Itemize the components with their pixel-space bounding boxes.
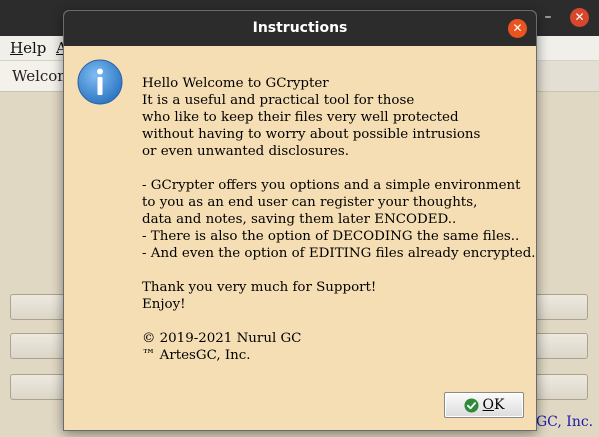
dialog-title: Instructions [252,20,348,36]
message-line: - There is also the option of DECODING t… [142,229,520,244]
information-icon [77,59,123,105]
close-icon: ✕ [512,21,523,35]
message-line: ™ ArtesGC, Inc. [142,348,251,363]
close-icon: ✕ [574,10,585,24]
message-line: Hello Welcome to GCrypter [142,76,329,91]
instructions-dialog: Instructions ✕ Hello Welcome to GCrypter… [63,10,537,431]
message-line [142,262,532,279]
footer-company-text: GC, Inc. [536,414,594,430]
message-line: It is a useful and practical tool for th… [142,93,415,108]
dialog-message: Hello Welcome to GCrypter It is a useful … [142,75,536,364]
message-line: - And even the option of EDITING files a… [142,246,536,261]
message-line [142,160,532,177]
check-icon [463,397,479,413]
dialog-close-button[interactable]: ✕ [508,19,527,38]
ok-label: OK [482,397,505,413]
message-line: to you as an end user can register your … [142,195,478,210]
message-line: or even unwanted disclosures. [142,144,349,159]
menu-help[interactable]: Help [10,39,46,57]
message-line: Thank you very much for Support! [142,280,377,295]
dialog-titlebar: Instructions ✕ [64,11,536,46]
desktop-screen: – ✕ Help A Welcome GC, Inc. Instructions… [0,0,599,437]
message-line: - GCrypter offers you options and a simp… [142,178,521,193]
minimize-icon[interactable]: – [539,8,557,26]
main-window-close-button[interactable]: ✕ [570,8,589,27]
ok-button[interactable]: OK [444,392,524,418]
message-line: without having to worry about possible i… [142,127,481,142]
message-line [142,313,532,330]
message-line: © 2019-2021 Nurul GC [142,331,302,346]
message-line: Enjoy! [142,297,186,312]
message-line: who like to keep their files very well p… [142,110,459,125]
message-line: data and notes, saving them later ENCODE… [142,212,457,227]
